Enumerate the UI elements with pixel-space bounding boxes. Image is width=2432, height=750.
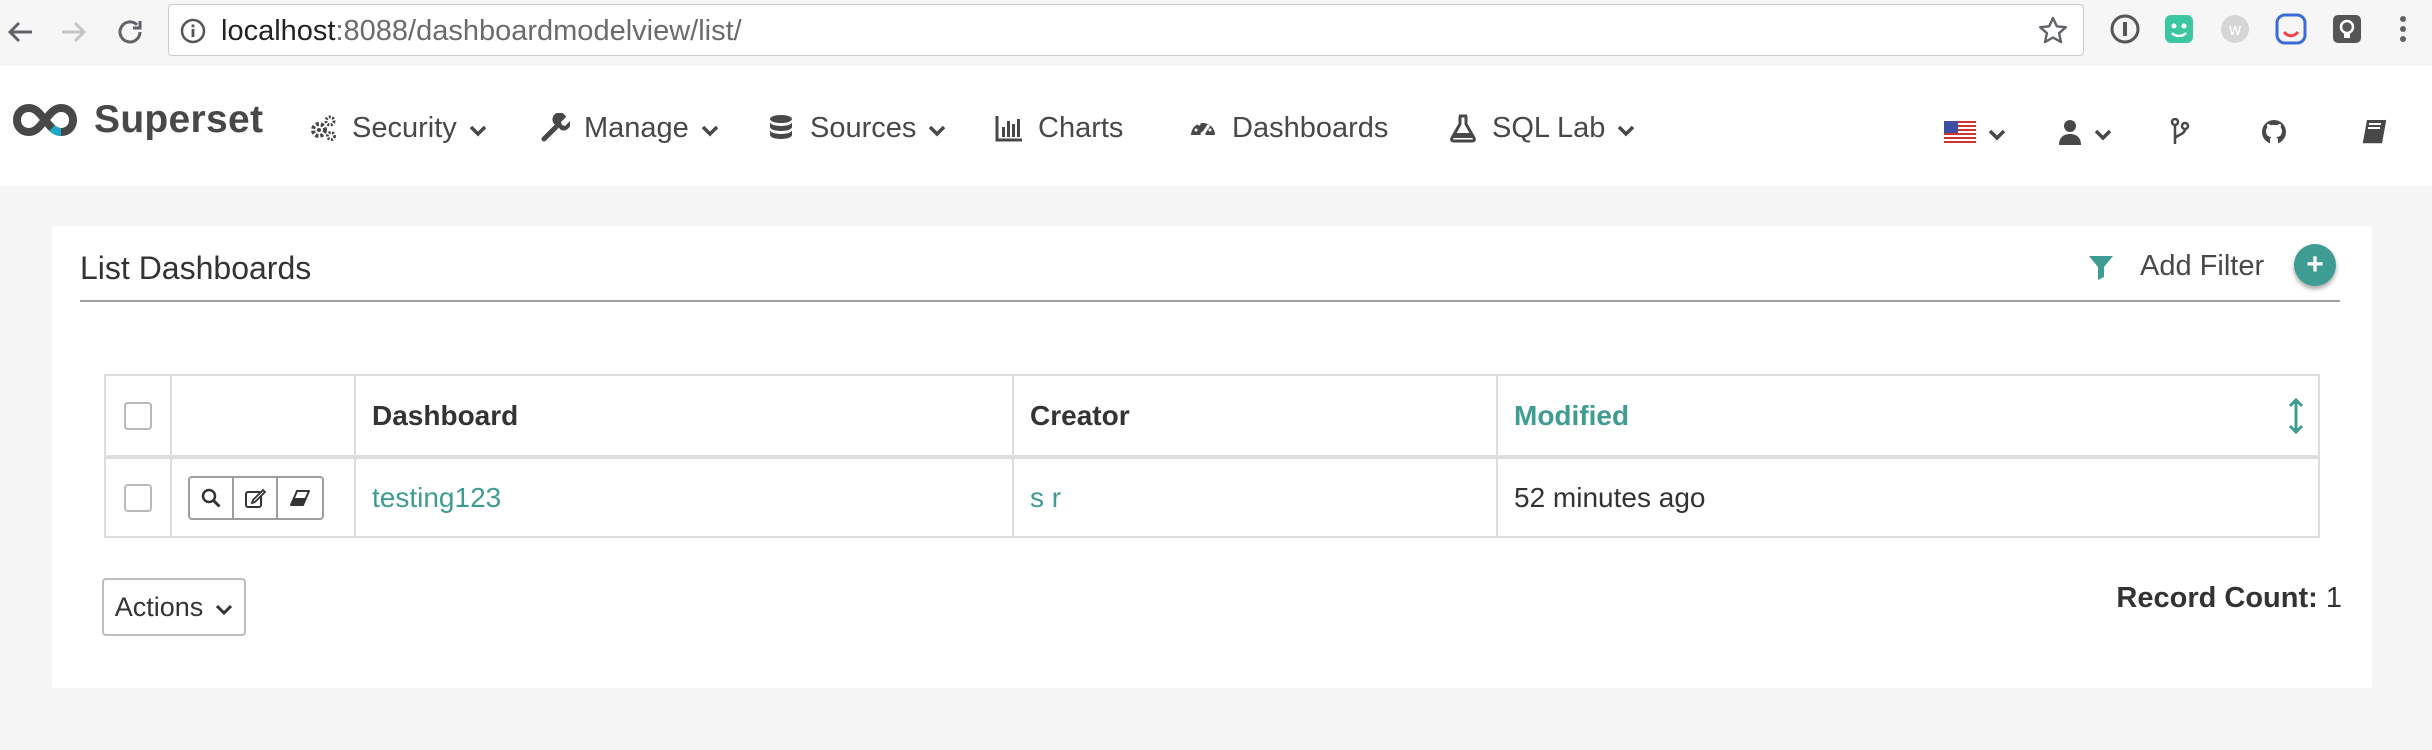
chevron-down-icon bbox=[216, 604, 233, 616]
url-host: localhost bbox=[221, 15, 336, 47]
record-count-label: Record Count: bbox=[2116, 582, 2318, 614]
nav-dashboards-label: Dashboards bbox=[1232, 111, 1389, 144]
row-actions-cell bbox=[170, 456, 356, 538]
github-icon bbox=[2262, 120, 2286, 144]
nav-security-label: Security bbox=[352, 111, 457, 144]
dashboard-link[interactable]: testing123 bbox=[372, 482, 501, 513]
nav-security[interactable]: Security bbox=[308, 108, 487, 148]
sort-icon bbox=[2288, 398, 2304, 434]
documentation-link[interactable] bbox=[2360, 116, 2388, 148]
url-path: :8088/dashboardmodelview/list/ bbox=[335, 15, 742, 47]
nav-sources-label: Sources bbox=[810, 111, 917, 144]
version-link[interactable] bbox=[2170, 116, 2190, 148]
dashboard-icon bbox=[1191, 122, 1215, 137]
nav-sql-lab[interactable]: SQL Lab bbox=[1448, 108, 1635, 148]
book-icon bbox=[2363, 119, 2387, 144]
bar-chart-icon bbox=[995, 116, 1022, 142]
actions-dropdown-button[interactable]: Actions bbox=[102, 578, 246, 636]
nav-charts[interactable]: Charts bbox=[994, 108, 1123, 148]
search-icon bbox=[201, 488, 221, 508]
row-checkbox[interactable] bbox=[124, 483, 152, 512]
creator-link[interactable]: s r bbox=[1030, 482, 1061, 513]
svg-text:w: w bbox=[2228, 20, 2241, 39]
nav-dashboards[interactable]: Dashboards bbox=[1188, 108, 1388, 148]
record-count-value: 1 bbox=[2325, 582, 2342, 614]
record-count: Record Count: 1 bbox=[2116, 582, 2342, 615]
user-icon bbox=[2059, 120, 2081, 145]
url-text: localhost:8088/dashboardmodelview/list/ bbox=[221, 15, 742, 47]
browser-menu-icon[interactable] bbox=[2386, 12, 2420, 46]
back-button[interactable] bbox=[0, 12, 40, 52]
forward-button[interactable] bbox=[54, 12, 94, 52]
edit-record-button[interactable] bbox=[234, 477, 278, 518]
brand-name: Superset bbox=[94, 98, 264, 141]
delete-record-button[interactable] bbox=[278, 478, 322, 518]
chevron-down-icon bbox=[701, 125, 719, 137]
panel-title: List Dashboards bbox=[80, 250, 312, 286]
extension-w-icon[interactable]: w bbox=[2218, 12, 2252, 46]
chevron-down-icon bbox=[1618, 125, 1635, 137]
chevron-down-icon bbox=[469, 125, 487, 137]
reload-button[interactable] bbox=[110, 12, 150, 52]
arrow-right-icon bbox=[62, 21, 87, 43]
select-all-checkbox[interactable] bbox=[124, 401, 152, 430]
superset-logo-icon bbox=[12, 103, 78, 137]
cogs-icon bbox=[311, 115, 336, 141]
brand-link[interactable]: Superset bbox=[12, 98, 263, 142]
row-action-buttons bbox=[188, 475, 324, 520]
dashboard-cell: testing123 bbox=[354, 456, 1014, 538]
extension-green-face-icon[interactable] bbox=[2162, 12, 2196, 46]
row-select-cell bbox=[104, 456, 172, 538]
show-record-button[interactable] bbox=[190, 477, 234, 518]
wrench-icon bbox=[541, 113, 570, 142]
column-header-modified-label: Modified bbox=[1514, 399, 1630, 431]
dashboards-table: Dashboard Creator Modified testing123 s … bbox=[104, 374, 2320, 538]
filter-icon bbox=[2089, 255, 2113, 280]
add-filter-label: Add Filter bbox=[2140, 250, 2265, 282]
extension-face-icon[interactable] bbox=[2274, 12, 2308, 46]
eraser-icon bbox=[290, 489, 310, 506]
nav-manage-label: Manage bbox=[584, 111, 689, 144]
us-flag-icon bbox=[1944, 121, 1976, 143]
nav-sql-lab-label: SQL Lab bbox=[1492, 111, 1606, 144]
arrow-left-icon bbox=[7, 21, 32, 43]
actions-header bbox=[170, 374, 356, 459]
edit-icon bbox=[245, 488, 266, 508]
add-dashboard-button[interactable]: + bbox=[2294, 244, 2336, 286]
nav-sources[interactable]: Sources bbox=[766, 108, 946, 148]
extension-1password-icon[interactable] bbox=[2108, 12, 2142, 46]
extension-lightbulb-icon[interactable] bbox=[2330, 12, 2364, 46]
select-all-cell bbox=[104, 374, 172, 459]
add-filter-button[interactable]: Add Filter bbox=[2088, 250, 2264, 283]
user-dropdown[interactable] bbox=[2058, 116, 2112, 148]
chevron-down-icon bbox=[1988, 129, 2006, 141]
actions-label: Actions bbox=[114, 591, 204, 622]
flask-icon bbox=[1450, 114, 1476, 143]
chevron-down-icon bbox=[2094, 129, 2112, 141]
list-panel: List Dashboards Add Filter + Dashboard C… bbox=[52, 226, 2372, 688]
code-branch-icon bbox=[2170, 118, 2190, 144]
column-header-modified[interactable]: Modified bbox=[1496, 374, 2320, 459]
address-bar[interactable]: localhost:8088/dashboardmodelview/list/ bbox=[168, 4, 2084, 56]
modified-cell: 52 minutes ago bbox=[1496, 456, 2320, 538]
app-navbar: Superset Security Manage Sources Charts … bbox=[0, 66, 2432, 186]
nav-charts-label: Charts bbox=[1038, 111, 1124, 144]
title-divider bbox=[80, 300, 2340, 302]
table-header-row: Dashboard Creator Modified bbox=[104, 374, 2320, 459]
bookmark-star-icon[interactable] bbox=[2037, 15, 2069, 47]
reload-icon bbox=[118, 20, 142, 44]
nav-manage[interactable]: Manage bbox=[540, 108, 719, 148]
language-dropdown[interactable] bbox=[1944, 116, 2006, 148]
database-icon bbox=[770, 115, 792, 139]
column-header-dashboard[interactable]: Dashboard bbox=[354, 374, 1014, 459]
github-link[interactable] bbox=[2260, 116, 2288, 148]
table-row: testing123 s r 52 minutes ago bbox=[104, 456, 2320, 538]
creator-cell: s r bbox=[1012, 456, 1498, 538]
chevron-down-icon bbox=[929, 125, 946, 137]
column-header-creator[interactable]: Creator bbox=[1012, 374, 1498, 459]
browser-toolbar: localhost:8088/dashboardmodelview/list/ … bbox=[0, 0, 2432, 67]
info-icon bbox=[180, 18, 206, 44]
